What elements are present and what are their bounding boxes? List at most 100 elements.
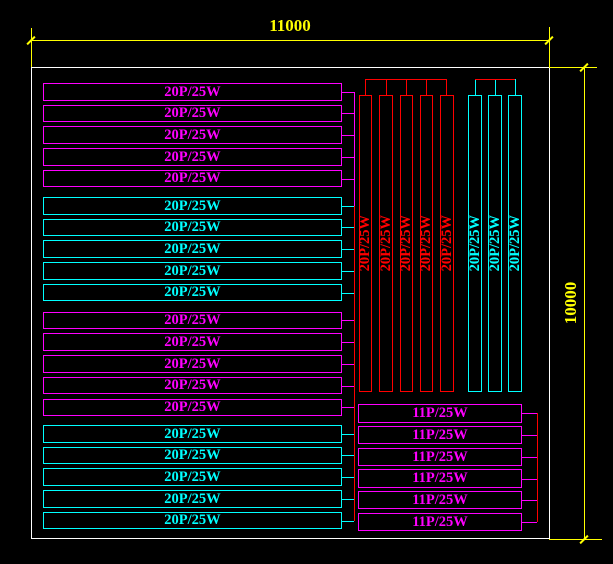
connector-stub (522, 457, 537, 458)
connector-stub (342, 477, 354, 478)
right-dimension-extension-bottom (549, 539, 602, 540)
panel-bar-horizontal[interactable]: 20P/25W (43, 312, 342, 330)
connector-stub (342, 206, 354, 207)
connector-stub (342, 364, 354, 365)
connector-stub (342, 499, 354, 500)
panel-bar-vertical[interactable]: 20P/25W (420, 95, 433, 392)
connector-stub (446, 79, 447, 95)
panel-bar-horizontal[interactable]: 20P/25W (43, 468, 342, 486)
panel-bar-horizontal[interactable]: 20P/25W (43, 284, 342, 302)
bus-line-top (475, 79, 515, 80)
panel-bar-label: 20P/25W (164, 448, 220, 463)
connector-stub (342, 407, 354, 408)
panel-bar-vertical[interactable]: 20P/25W (400, 95, 413, 392)
panel-bar-horizontal[interactable]: 20P/25W (43, 105, 342, 123)
connector-stub (342, 271, 354, 272)
bus-line-right-red (537, 413, 538, 522)
panel-bar-horizontal[interactable]: 20P/25W (43, 425, 342, 443)
panel-bar-label: 20P/25W (164, 335, 220, 350)
panel-bar-label: 20P/25W (164, 150, 220, 165)
panel-bar-horizontal[interactable]: 20P/25W (43, 333, 342, 351)
connector-stub (475, 79, 476, 95)
connector-stub (342, 455, 354, 456)
panel-bar-label: 20P/25W (164, 220, 220, 235)
bus-line-left-magenta (354, 92, 355, 206)
connector-stub (426, 79, 427, 95)
panel-bar-horizontal[interactable]: 20P/25W (43, 126, 342, 144)
panel-bar-label: 20P/25W (468, 215, 483, 271)
panel-bar-vertical[interactable]: 20P/25W (379, 95, 392, 392)
panel-bar-label: 20P/25W (164, 492, 220, 507)
panel-bar-horizontal[interactable]: 20P/25W (43, 377, 342, 395)
panel-bar-vertical[interactable]: 20P/25W (488, 95, 501, 392)
panel-bar-horizontal[interactable]: 20P/25W (43, 170, 342, 188)
right-dimension-line[interactable] (584, 67, 585, 539)
bus-line-top (366, 79, 447, 80)
connector-stub (386, 79, 387, 95)
panel-bar-horizontal[interactable]: 20P/25W (43, 512, 342, 530)
panel-bar-horizontal[interactable]: 11P/25W (358, 513, 521, 531)
connector-stub (495, 79, 496, 95)
panel-bar-label: 20P/25W (164, 128, 220, 143)
panel-bar-label: 20P/25W (164, 264, 220, 279)
connector-stub (522, 522, 537, 523)
panel-bar-label: 20P/25W (440, 215, 455, 271)
panel-bar-label: 20P/25W (164, 171, 220, 186)
connector-stub (522, 479, 537, 480)
panel-bar-label: 20P/25W (164, 357, 220, 372)
panel-bar-label: 11P/25W (412, 471, 468, 486)
connector-stub (342, 227, 354, 228)
panel-bar-vertical[interactable]: 20P/25W (359, 95, 372, 392)
panel-bar-label: 20P/25W (164, 199, 220, 214)
top-dimension-line[interactable] (31, 40, 549, 41)
panel-bar-label: 20P/25W (508, 215, 523, 271)
connector-stub (365, 79, 366, 95)
panel-bar-label: 20P/25W (488, 215, 503, 271)
connector-stub (342, 521, 354, 522)
connector-stub (342, 113, 354, 114)
panel-bar-label: 20P/25W (164, 400, 220, 415)
panel-bar-horizontal[interactable]: 20P/25W (43, 197, 342, 215)
panel-bar-label: 20P/25W (164, 470, 220, 485)
panel-bar-horizontal[interactable]: 20P/25W (43, 262, 342, 280)
panel-bar-label: 20P/25W (164, 378, 220, 393)
right-dimension-label[interactable]: 10000 (561, 282, 581, 325)
connector-stub (342, 342, 354, 343)
panel-bar-label: 20P/25W (164, 106, 220, 121)
panel-bar-horizontal[interactable]: 20P/25W (43, 219, 342, 237)
connector-stub (522, 413, 537, 414)
panel-bar-horizontal[interactable]: 20P/25W (43, 490, 342, 508)
cad-drawing-canvas: 11000 10000 20P/25W 20P/25W 20P/25W 20P/25W… (0, 0, 613, 564)
panel-bar-label: 20P/25W (164, 85, 220, 100)
connector-stub (342, 157, 354, 158)
panel-bar-horizontal[interactable]: 11P/25W (358, 469, 521, 487)
panel-bar-horizontal[interactable]: 11P/25W (358, 448, 521, 466)
connector-stub (342, 320, 354, 321)
panel-bar-horizontal[interactable]: 20P/25W (43, 399, 342, 417)
top-dimension-label[interactable]: 11000 (269, 16, 311, 36)
connector-stub (342, 92, 354, 93)
panel-bar-horizontal[interactable]: 20P/25W (43, 240, 342, 258)
panel-bar-horizontal[interactable]: 11P/25W (358, 426, 521, 444)
panel-bar-vertical[interactable]: 20P/25W (440, 95, 453, 392)
right-dimension-extension-top (549, 67, 597, 68)
connector-stub (342, 135, 354, 136)
panel-bar-horizontal[interactable]: 11P/25W (358, 404, 521, 422)
panel-bar-label: 11P/25W (412, 450, 468, 465)
panel-bar-label: 11P/25W (412, 493, 468, 508)
panel-bar-label: 20P/25W (164, 513, 220, 528)
panel-bar-label: 20P/25W (164, 427, 220, 442)
panel-bar-label: 20P/25W (419, 215, 434, 271)
panel-bar-horizontal[interactable]: 11P/25W (358, 491, 521, 509)
connector-stub (522, 435, 537, 436)
panel-bar-horizontal[interactable]: 20P/25W (43, 447, 342, 465)
panel-bar-vertical[interactable]: 20P/25W (468, 95, 481, 392)
panel-bar-vertical[interactable]: 20P/25W (508, 95, 521, 392)
panel-bar-horizontal[interactable]: 20P/25W (43, 83, 342, 101)
bus-line-left-red (354, 206, 355, 521)
panel-bar-horizontal[interactable]: 20P/25W (43, 355, 342, 373)
connector-stub (342, 179, 354, 180)
connector-stub (342, 293, 354, 294)
panel-bar-horizontal[interactable]: 20P/25W (43, 148, 342, 166)
connector-stub (342, 386, 354, 387)
